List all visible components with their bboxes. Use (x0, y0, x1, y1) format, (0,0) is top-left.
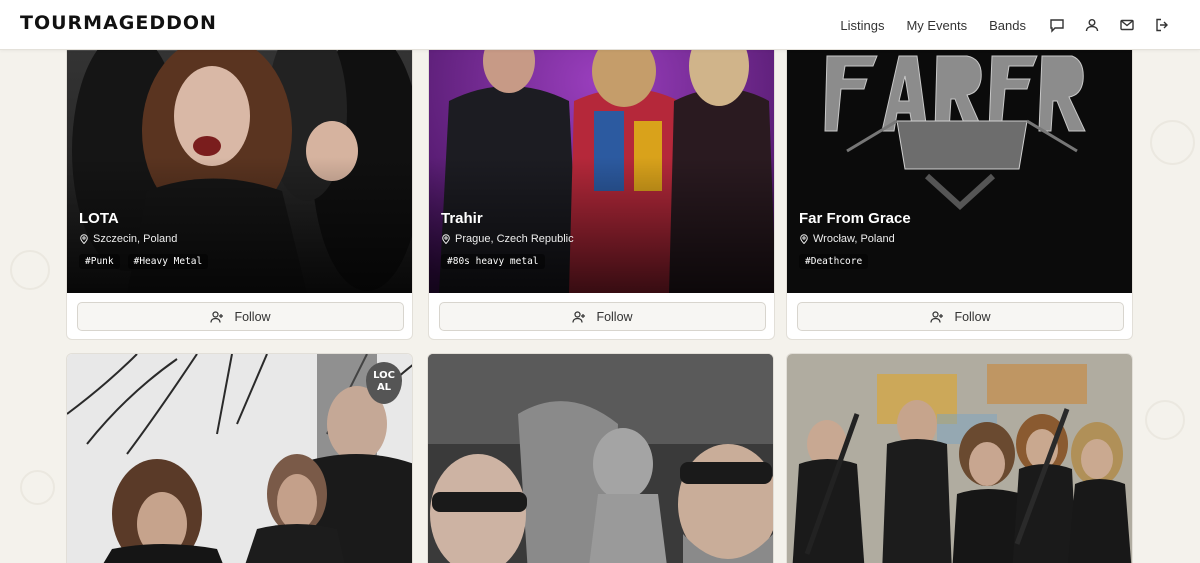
background-doodle (1145, 400, 1185, 440)
tag-list: #Punk #Heavy Metal (79, 254, 216, 269)
band-location: Szczecin, Poland (79, 233, 216, 245)
tag-list: #80s heavy metal (441, 254, 574, 269)
follow-button[interactable]: Follow (439, 302, 766, 331)
user-plus-icon (930, 310, 944, 323)
follow-label: Follow (234, 309, 271, 324)
nav-listings[interactable]: Listings (840, 18, 884, 33)
follow-button[interactable]: Follow (77, 302, 404, 331)
genre-tag[interactable]: #Deathcore (799, 254, 869, 269)
band-info: Trahir Prague, Czech Republic #80s heavy… (441, 210, 574, 269)
top-header: TOURMAGEDDON Listings My Events Bands (0, 0, 1200, 50)
band-info: Far From Grace Wrocław, Poland #Deathcor… (799, 210, 911, 269)
logout-icon[interactable] (1154, 17, 1170, 33)
user-plus-icon (572, 310, 586, 323)
band-name[interactable]: Trahir (441, 210, 574, 227)
background-doodle (10, 250, 50, 290)
band-location: Wrocław, Poland (799, 233, 911, 245)
genre-tag[interactable]: #Heavy Metal (127, 254, 209, 269)
band-card[interactable]: LOC AL (66, 353, 413, 563)
band-photo (787, 354, 1132, 563)
band-card[interactable]: Trahir Prague, Czech Republic #80s heavy… (428, 0, 775, 340)
location-pin-icon (800, 234, 808, 244)
nav-my-events[interactable]: My Events (906, 18, 967, 33)
user-icon[interactable] (1084, 17, 1100, 33)
follow-button[interactable]: Follow (797, 302, 1124, 331)
mail-icon[interactable] (1119, 17, 1135, 33)
location-text: Prague, Czech Republic (455, 233, 574, 245)
location-text: Szczecin, Poland (93, 233, 178, 245)
band-card[interactable]: LOTA Szczecin, Poland #Punk #Heavy Metal… (66, 0, 413, 340)
background-doodle (1150, 120, 1195, 165)
genre-tag[interactable]: #80s heavy metal (441, 254, 545, 269)
band-photo (67, 354, 412, 563)
follow-label: Follow (596, 309, 633, 324)
chat-icon[interactable] (1049, 17, 1065, 33)
main-nav: Listings My Events Bands (840, 0, 1170, 50)
band-name[interactable]: LOTA (79, 210, 216, 227)
genre-tag[interactable]: #Punk (79, 254, 120, 269)
logo[interactable]: TOURMAGEDDON (20, 12, 217, 34)
nav-bands[interactable]: Bands (989, 18, 1026, 33)
follow-label: Follow (954, 309, 991, 324)
band-info: LOTA Szczecin, Poland #Punk #Heavy Metal (79, 210, 216, 269)
band-card[interactable] (786, 353, 1133, 563)
band-name[interactable]: Far From Grace (799, 210, 911, 227)
location-pin-icon (80, 234, 88, 244)
band-card[interactable]: Far From Grace Wrocław, Poland #Deathcor… (786, 0, 1133, 340)
band-location: Prague, Czech Republic (441, 233, 574, 245)
local-badge-line: LOC (373, 370, 395, 381)
band-photo (428, 354, 773, 563)
tag-list: #Deathcore (799, 254, 911, 269)
background-doodle (20, 470, 55, 505)
user-plus-icon (210, 310, 224, 323)
local-badge-line: AL (376, 382, 392, 393)
band-card[interactable] (427, 353, 774, 563)
location-pin-icon (442, 234, 450, 244)
location-text: Wrocław, Poland (813, 233, 895, 245)
